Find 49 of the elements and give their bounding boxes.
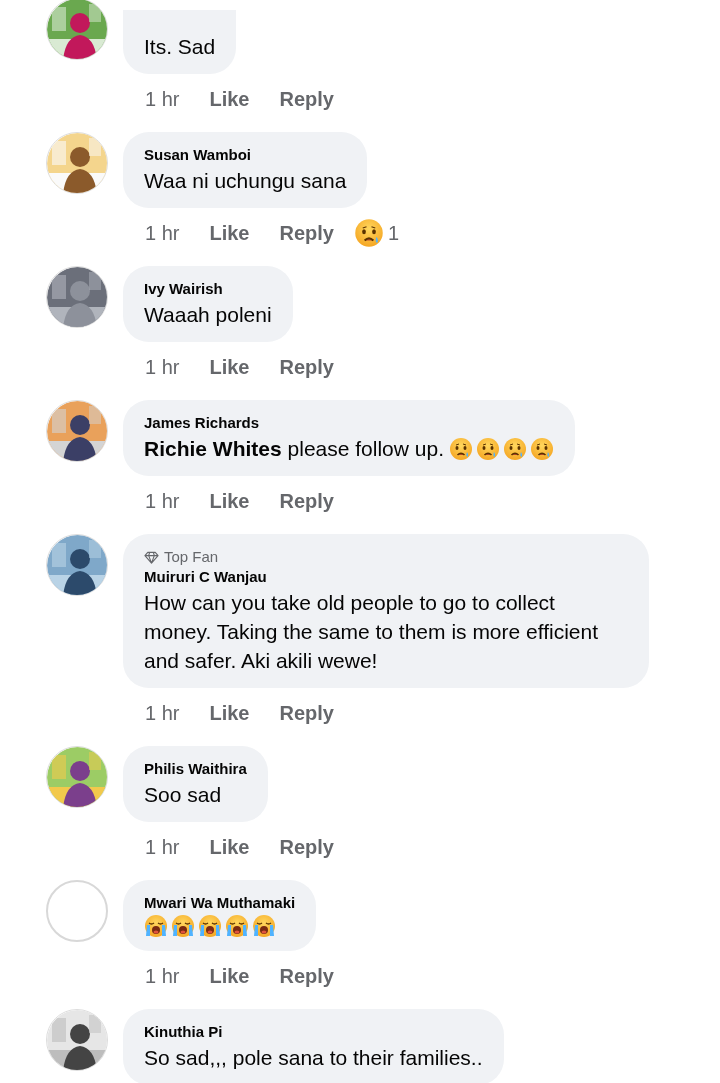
commenter-name[interactable]: James Richards: [144, 413, 554, 433]
reply-link[interactable]: Reply: [279, 218, 334, 248]
commenter-name[interactable]: Mwari Wa Muthamaki: [144, 893, 296, 913]
timestamp: 1 hr: [145, 835, 180, 860]
sad-face-icon: [353, 218, 384, 248]
timestamp: 1 hr: [145, 355, 180, 380]
comment-text: How can you take old people to go to collect money. Taking the same to them is more efficient and safer. Aki akili wewe!: [144, 590, 600, 674]
timestamp: 1 hr: [145, 221, 180, 246]
sad-face-icon: [449, 436, 473, 461]
reply-link[interactable]: Reply: [279, 698, 334, 728]
crying-face-icon: [171, 914, 195, 938]
timestamp: 1 hr: [145, 964, 180, 989]
avatar[interactable]: [46, 0, 108, 60]
reply-link[interactable]: Reply: [279, 961, 334, 991]
comment-text: Soo sad: [144, 782, 222, 808]
like-link[interactable]: Like: [209, 832, 250, 862]
commenter-name[interactable]: Muiruri C Wanjau: [144, 567, 628, 587]
crying-face-icon: [198, 914, 222, 938]
reply-link[interactable]: Reply: [279, 352, 334, 382]
comment-text: Waaah poleni: [144, 302, 272, 328]
comment-text: Its. Sad: [144, 34, 216, 60]
timestamp: 1 hr: [145, 489, 180, 514]
timestamp: 1 hr: [145, 701, 180, 726]
like-link[interactable]: Like: [209, 961, 250, 991]
reply-link[interactable]: Reply: [279, 486, 334, 516]
like-link[interactable]: Like: [209, 698, 250, 728]
badge-label: Top Fan: [164, 547, 219, 567]
crying-face-icon: [144, 914, 168, 938]
like-link[interactable]: Like: [209, 486, 250, 516]
like-link[interactable]: Like: [209, 218, 250, 248]
commenter-name[interactable]: Philis Waithira: [144, 759, 247, 779]
comment-text: So sad,,, pole sana to their families..: [144, 1045, 483, 1071]
commenter-name[interactable]: Susan Wamboi: [144, 145, 347, 165]
diamond-icon: [144, 549, 159, 565]
reply-link[interactable]: Reply: [279, 84, 334, 114]
sad-face-icon: [476, 436, 500, 461]
commenter-name[interactable]: Ivy Wairish: [144, 279, 272, 299]
comment-text: Waa ni uchungu sana: [144, 168, 347, 194]
like-link[interactable]: Like: [209, 84, 250, 114]
timestamp: 1 hr: [145, 87, 180, 112]
reply-link[interactable]: Reply: [279, 832, 334, 862]
crying-face-icon: [252, 914, 276, 938]
commenter-name[interactable]: Kinuthia Pi: [144, 1022, 483, 1042]
crying-face-icon: [225, 914, 249, 938]
reaction-count: 1: [387, 221, 400, 246]
like-link[interactable]: Like: [209, 352, 250, 382]
sad-face-icon: [503, 436, 527, 461]
sad-face-icon: [530, 436, 554, 461]
comment-text: Richie Whites please follow up.: [144, 436, 444, 462]
